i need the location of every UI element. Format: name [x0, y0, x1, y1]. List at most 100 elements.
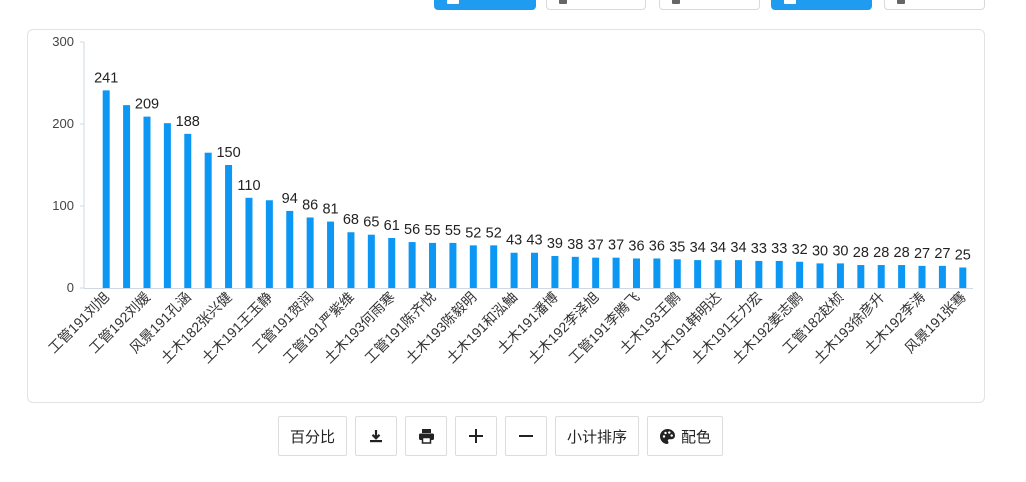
y-tick-label: 100 [52, 198, 74, 213]
top-toolbar-button-4[interactable] [771, 0, 872, 10]
x-tick-label: 土木191韩明达 [647, 289, 724, 366]
bar [714, 260, 722, 288]
bar [286, 210, 294, 288]
x-tick-label: 土木193徐彦升 [810, 289, 887, 366]
top-toolbar-button-2[interactable] [546, 0, 646, 10]
bar [347, 232, 355, 288]
data-label: 188 [176, 114, 200, 130]
bar [531, 252, 538, 288]
data-label: 81 [322, 202, 338, 218]
data-label: 36 [649, 238, 665, 254]
bar [755, 260, 763, 288]
data-label: 52 [486, 225, 502, 241]
bar [123, 105, 131, 288]
bar [816, 263, 824, 288]
data-label: 86 [302, 197, 318, 213]
bar [877, 265, 885, 288]
color-scheme-button[interactable]: 配色 [647, 416, 724, 456]
bar [306, 217, 314, 288]
data-label: 33 [771, 241, 787, 257]
sort-subtotal-button[interactable]: 小计排序 [555, 416, 640, 456]
x-tick-label: 工管191严紫维 [280, 289, 357, 366]
x-tick-label: 土木193何雨寒 [321, 289, 398, 366]
data-label: 43 [526, 233, 542, 249]
data-label: 55 [445, 223, 461, 239]
bar [898, 265, 906, 288]
data-label: 28 [894, 245, 910, 261]
bar [408, 242, 416, 288]
x-tick-label: 工管191陈齐悦 [361, 289, 438, 366]
bar [571, 256, 579, 288]
data-label: 56 [404, 222, 420, 238]
data-label: 36 [628, 238, 644, 254]
bar [184, 133, 192, 288]
bar [938, 265, 946, 288]
bar [490, 245, 498, 288]
x-tick-label: 土木192姜志鹏 [728, 289, 805, 366]
data-label: 55 [424, 223, 440, 239]
bar [918, 265, 926, 288]
data-label: 150 [216, 145, 240, 161]
top-toolbar-button-5[interactable] [884, 0, 985, 10]
y-tick-label: 0 [67, 280, 74, 295]
data-label: 37 [588, 238, 604, 254]
bar [388, 237, 396, 288]
list-icon [897, 0, 905, 4]
bar [163, 123, 171, 289]
bar [510, 252, 518, 288]
bar [836, 263, 844, 288]
data-label: 34 [690, 240, 706, 256]
bar [592, 257, 600, 288]
data-label: 32 [792, 242, 808, 258]
zoom-in-button[interactable] [455, 416, 498, 456]
data-label: 34 [730, 240, 746, 256]
data-label: 52 [465, 225, 481, 241]
bar [469, 245, 477, 288]
bar [612, 257, 620, 288]
data-label: 34 [710, 240, 726, 256]
download-button[interactable] [355, 416, 398, 456]
print-button[interactable] [405, 416, 448, 456]
plus-icon [469, 429, 484, 443]
zoom-out-button[interactable] [505, 416, 548, 456]
x-tick-label: 土木182张兴健 [157, 289, 234, 366]
bar [327, 221, 335, 288]
data-label: 110 [237, 178, 260, 194]
data-label: 30 [812, 243, 828, 259]
data-label: 30 [832, 243, 848, 259]
x-tick-label: 土木191王力宏 [688, 289, 765, 366]
data-label: 241 [94, 70, 118, 86]
table-icon [447, 0, 459, 4]
bar [102, 90, 110, 288]
y-tick-label: 200 [52, 116, 74, 131]
bar [959, 267, 967, 288]
bar [245, 197, 253, 288]
top-toolbar-button-3[interactable] [659, 0, 760, 10]
data-label: 38 [567, 237, 583, 253]
percent-button[interactable]: 百分比 [278, 416, 348, 456]
bar [653, 258, 661, 288]
bar [775, 260, 783, 288]
chart-icon [672, 0, 680, 4]
data-label: 39 [547, 236, 563, 252]
data-label: 28 [873, 245, 889, 261]
chart-icon [559, 0, 567, 4]
data-label: 209 [135, 97, 159, 113]
bar [673, 259, 681, 288]
sort-subtotal-label: 小计排序 [567, 428, 628, 446]
data-label: 94 [282, 191, 298, 207]
chart-panel: 0 100 200 300 241 工管191刘旭 209 工管192刘媛 188 风景191孔涵… [27, 29, 985, 403]
bar [449, 242, 457, 288]
top-toolbar-button-1[interactable] [434, 0, 536, 10]
bar [551, 256, 559, 288]
bar [204, 152, 212, 288]
print-icon [418, 429, 434, 444]
bar [632, 258, 640, 288]
color-scheme-label: 配色 [681, 428, 712, 446]
x-tick-label: 土木191王玉静 [198, 289, 275, 366]
data-label: 61 [384, 218, 400, 234]
data-label: 68 [343, 212, 359, 228]
data-label: 43 [506, 233, 522, 249]
bar-chart-icon [784, 0, 796, 4]
data-label: 27 [934, 246, 950, 262]
